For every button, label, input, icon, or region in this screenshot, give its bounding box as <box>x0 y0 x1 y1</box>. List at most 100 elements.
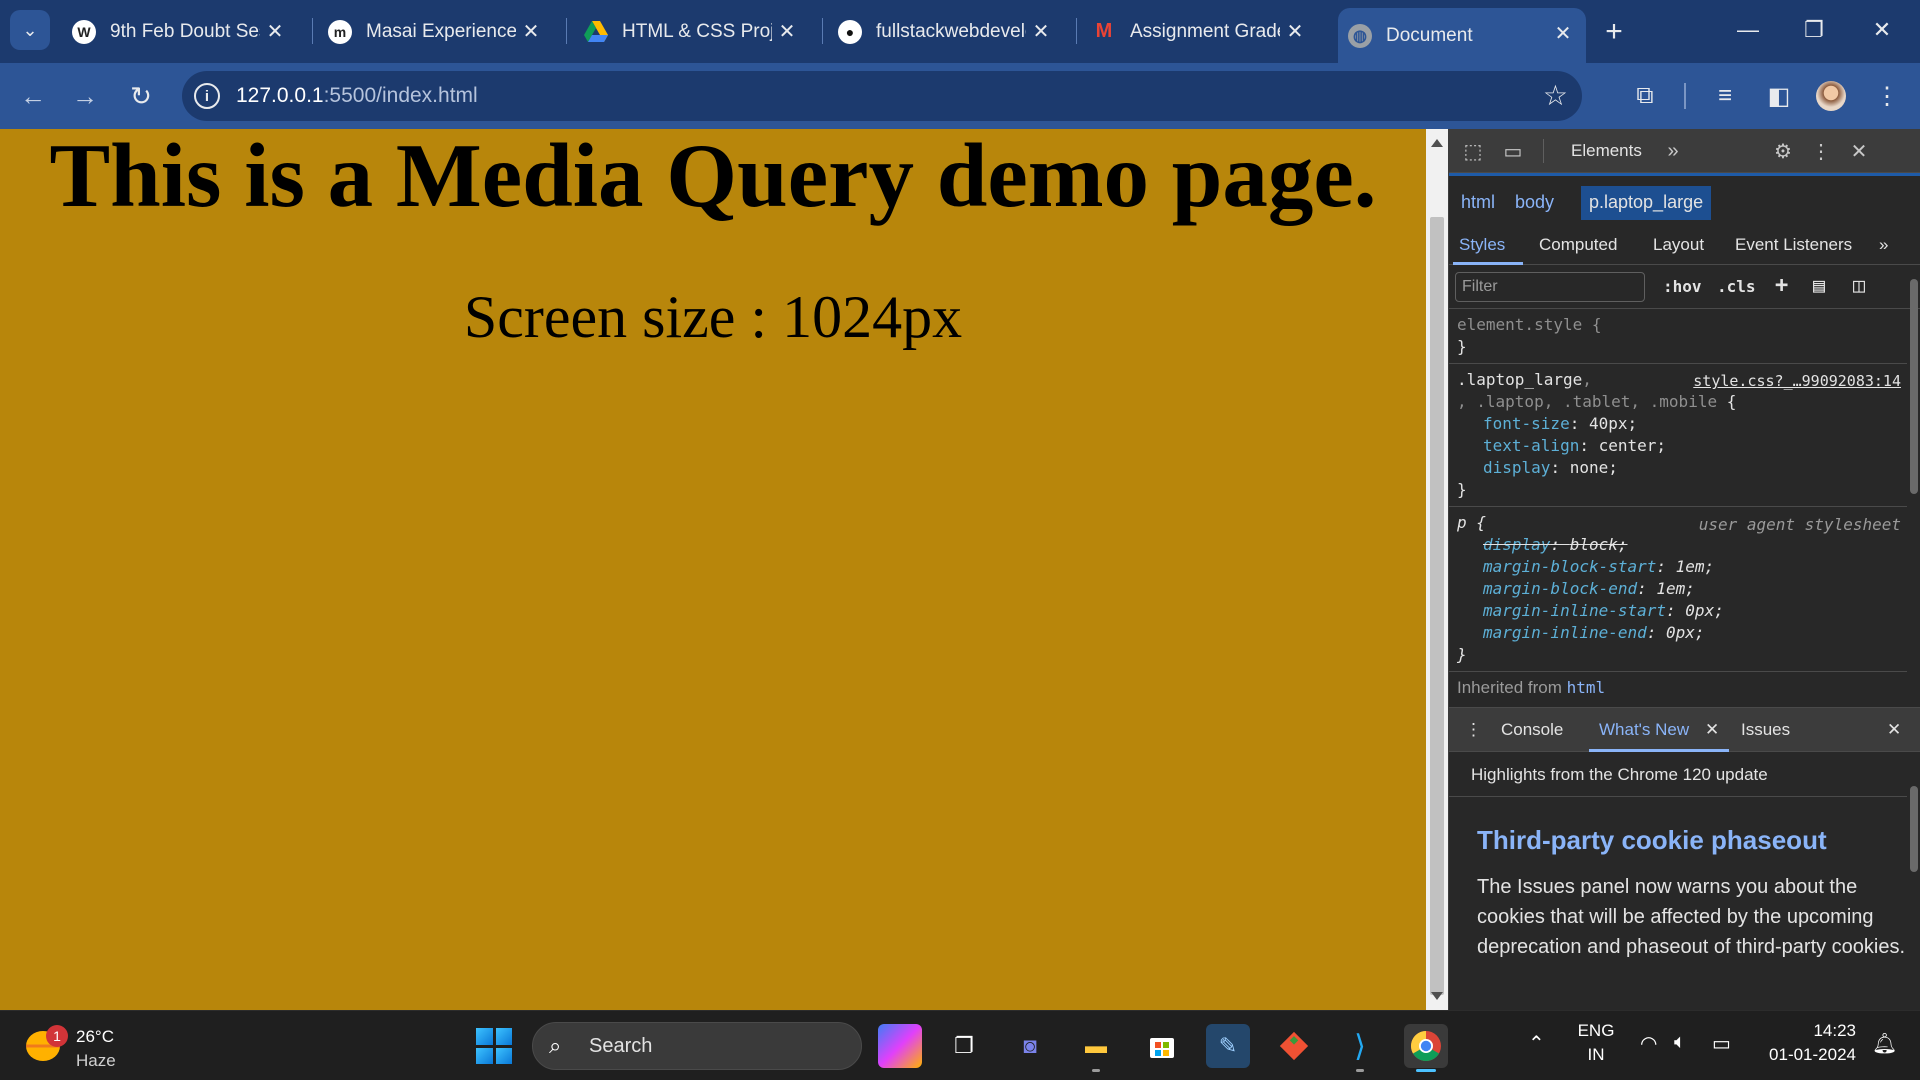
scroll-up-arrow-icon[interactable] <box>1431 139 1443 147</box>
close-icon[interactable]: ✕ <box>1028 18 1054 44</box>
reload-button[interactable]: ↻ <box>122 77 160 115</box>
bookmark-star-icon[interactable]: ☆ <box>1543 79 1568 112</box>
taskbar-search[interactable]: ⌕ Search <box>532 1022 862 1070</box>
chrome-icon[interactable] <box>1404 1024 1448 1072</box>
paint-brush-icon[interactable]: ▤ <box>1813 273 1825 297</box>
scroll-down-arrow-icon[interactable] <box>1431 992 1443 1000</box>
selector-rest: , .laptop, .tablet, .mobile <box>1457 392 1718 411</box>
address-bar[interactable]: i 127.0.0.1:5500/index.html ☆ <box>182 71 1582 121</box>
tab-layout[interactable]: Layout <box>1653 235 1704 255</box>
crumb-p-laptop-large[interactable]: p.laptop_large <box>1581 186 1712 220</box>
browser-tab[interactable]: M Assignment Grade ✕ <box>1082 8 1318 55</box>
browser-tab[interactable]: m Masai Experience ✕ <box>318 8 554 55</box>
css-rule-close: } <box>1457 645 1467 664</box>
css-declaration[interactable]: margin-inline-start: 0px; <box>1457 601 1901 623</box>
tab-styles[interactable]: Styles <box>1459 235 1505 255</box>
windows-start-button[interactable] <box>476 1028 512 1064</box>
css-declaration[interactable]: display: none; <box>1457 458 1901 480</box>
teams-chat-icon[interactable]: ◙ <box>1008 1024 1052 1068</box>
css-selector-cont[interactable]: , .laptop, .tablet, .mobile { <box>1457 392 1901 414</box>
show-hidden-icons-chevron-icon[interactable]: ⌃ <box>1528 1031 1545 1056</box>
css-declaration-overridden[interactable]: display: block; <box>1457 535 1901 557</box>
devtools-menu-icon[interactable]: ⋮ <box>1807 137 1835 165</box>
css-value: 1em; <box>1656 579 1695 598</box>
more-subtabs-icon[interactable]: » <box>1879 235 1888 255</box>
forward-button[interactable]: → <box>66 77 104 115</box>
more-tabs-icon[interactable]: » <box>1659 137 1687 165</box>
inspect-element-icon[interactable]: ⬚ <box>1459 137 1487 165</box>
tab-search-button[interactable]: ⌄ <box>10 10 50 50</box>
hov-button[interactable]: :hov <box>1663 277 1702 296</box>
close-icon[interactable]: ✕ <box>1705 720 1719 740</box>
scrollbar-thumb[interactable] <box>1910 279 1918 494</box>
restore-button[interactable]: ❐ <box>1784 10 1844 50</box>
back-button[interactable]: ← <box>14 77 52 115</box>
tab-console[interactable]: Console <box>1501 720 1563 740</box>
css-declaration[interactable]: font-size: 40px; <box>1457 414 1901 436</box>
css-declaration[interactable]: margin-inline-end: 0px; <box>1457 623 1901 645</box>
close-icon[interactable]: ✕ <box>1282 18 1308 44</box>
close-window-button[interactable]: ✕ <box>1852 10 1912 50</box>
tab-whats-new[interactable]: What's New <box>1599 720 1689 740</box>
crumb-html[interactable]: html <box>1461 192 1495 213</box>
scrollbar-thumb[interactable] <box>1430 217 1444 995</box>
windows-taskbar: 1 26°C Haze ⌕ Search ❐ ◙ ▬ ✎ ⟩ ⌃ ENG IN … <box>0 1010 1920 1080</box>
side-panel-icon[interactable]: ◧ <box>1760 77 1798 115</box>
menu-kebab-icon[interactable]: ⋮ <box>1868 77 1906 115</box>
browser-tab[interactable]: ● fullstackwebdevelc ✕ <box>828 8 1064 55</box>
close-icon[interactable]: ✕ <box>1550 20 1576 46</box>
minimize-button[interactable]: — <box>1718 10 1778 50</box>
notifications-bell-icon[interactable]: 🔔︎ <box>1872 1031 1897 1056</box>
terminal-app-icon[interactable]: ✎ <box>1206 1024 1250 1068</box>
css-declaration[interactable]: margin-block-start: 1em; <box>1457 557 1901 579</box>
browser-tab-active[interactable]: ◍ Document ✕ <box>1338 8 1586 63</box>
tab-issues[interactable]: Issues <box>1741 720 1790 740</box>
battery-icon[interactable]: ▭ <box>1712 1031 1731 1056</box>
new-rule-icon[interactable]: + <box>1775 273 1788 298</box>
tab-elements[interactable]: Elements <box>1571 141 1642 161</box>
scrollbar-thumb[interactable] <box>1910 786 1918 872</box>
browser-tab[interactable]: HTML & CSS Proje ✕ <box>574 8 810 55</box>
whats-new-title-link[interactable]: Third-party cookie phaseout <box>1477 825 1827 856</box>
tab-computed[interactable]: Computed <box>1539 235 1617 255</box>
browser-tab[interactable]: W 9th Feb Doubt Ses ✕ <box>62 8 298 55</box>
page-viewport: This is a Media Query demo page. Screen … <box>0 129 1426 1010</box>
gear-icon[interactable]: ⚙ <box>1769 137 1797 165</box>
device-toolbar-icon[interactable]: ▭ <box>1499 137 1527 165</box>
media-control-icon[interactable]: ≡ <box>1706 77 1744 115</box>
language-indicator[interactable]: ENG IN <box>1576 1021 1616 1065</box>
weather-widget[interactable]: 1 26°C Haze <box>26 1021 176 1071</box>
css-selector[interactable]: element.style { <box>1457 315 1901 337</box>
new-tab-button[interactable]: + <box>1596 14 1632 50</box>
microsoft-store-icon[interactable] <box>1140 1024 1184 1068</box>
close-icon[interactable]: ✕ <box>774 18 800 44</box>
crumb-body[interactable]: body <box>1515 192 1554 213</box>
stylesheet-link[interactable]: style.css?_…99092083:14 <box>1693 372 1901 390</box>
close-icon[interactable]: ✕ <box>518 18 544 44</box>
drawer-menu-icon[interactable]: ⋮ <box>1465 720 1482 740</box>
drawer-scrollbar[interactable] <box>1907 752 1920 1011</box>
page-scrollbar[interactable] <box>1426 129 1448 1010</box>
filter-input[interactable]: Filter <box>1455 272 1645 302</box>
wifi-icon[interactable]: ◠ <box>1640 1031 1657 1056</box>
tab-event-listeners[interactable]: Event Listeners <box>1735 235 1852 255</box>
info-icon[interactable]: i <box>194 83 220 109</box>
css-declaration[interactable]: margin-block-end: 1em; <box>1457 579 1901 601</box>
vscode-icon[interactable]: ⟩ <box>1338 1024 1382 1072</box>
cls-button[interactable]: .cls <box>1717 277 1756 296</box>
close-icon[interactable]: ✕ <box>262 18 288 44</box>
extensions-icon[interactable]: ⧉ <box>1626 77 1664 115</box>
close-drawer-icon[interactable]: ✕ <box>1887 720 1901 740</box>
copilot-icon[interactable] <box>878 1024 922 1068</box>
file-explorer-icon[interactable]: ▬ <box>1074 1024 1118 1072</box>
inherited-tag-link[interactable]: html <box>1567 678 1606 697</box>
git-icon[interactable] <box>1272 1024 1316 1068</box>
volume-icon[interactable]: 🔈︎ <box>1674 1031 1686 1054</box>
toggle-sidebar-icon[interactable]: ◫ <box>1853 273 1865 297</box>
tab-separator <box>1076 18 1077 44</box>
close-icon[interactable]: ✕ <box>1845 137 1873 165</box>
clock[interactable]: 14:23 01-01-2024 <box>1756 1021 1856 1065</box>
task-view-icon[interactable]: ❐ <box>942 1024 986 1068</box>
avatar[interactable] <box>1816 81 1846 111</box>
css-declaration[interactable]: text-align: center; <box>1457 436 1901 458</box>
